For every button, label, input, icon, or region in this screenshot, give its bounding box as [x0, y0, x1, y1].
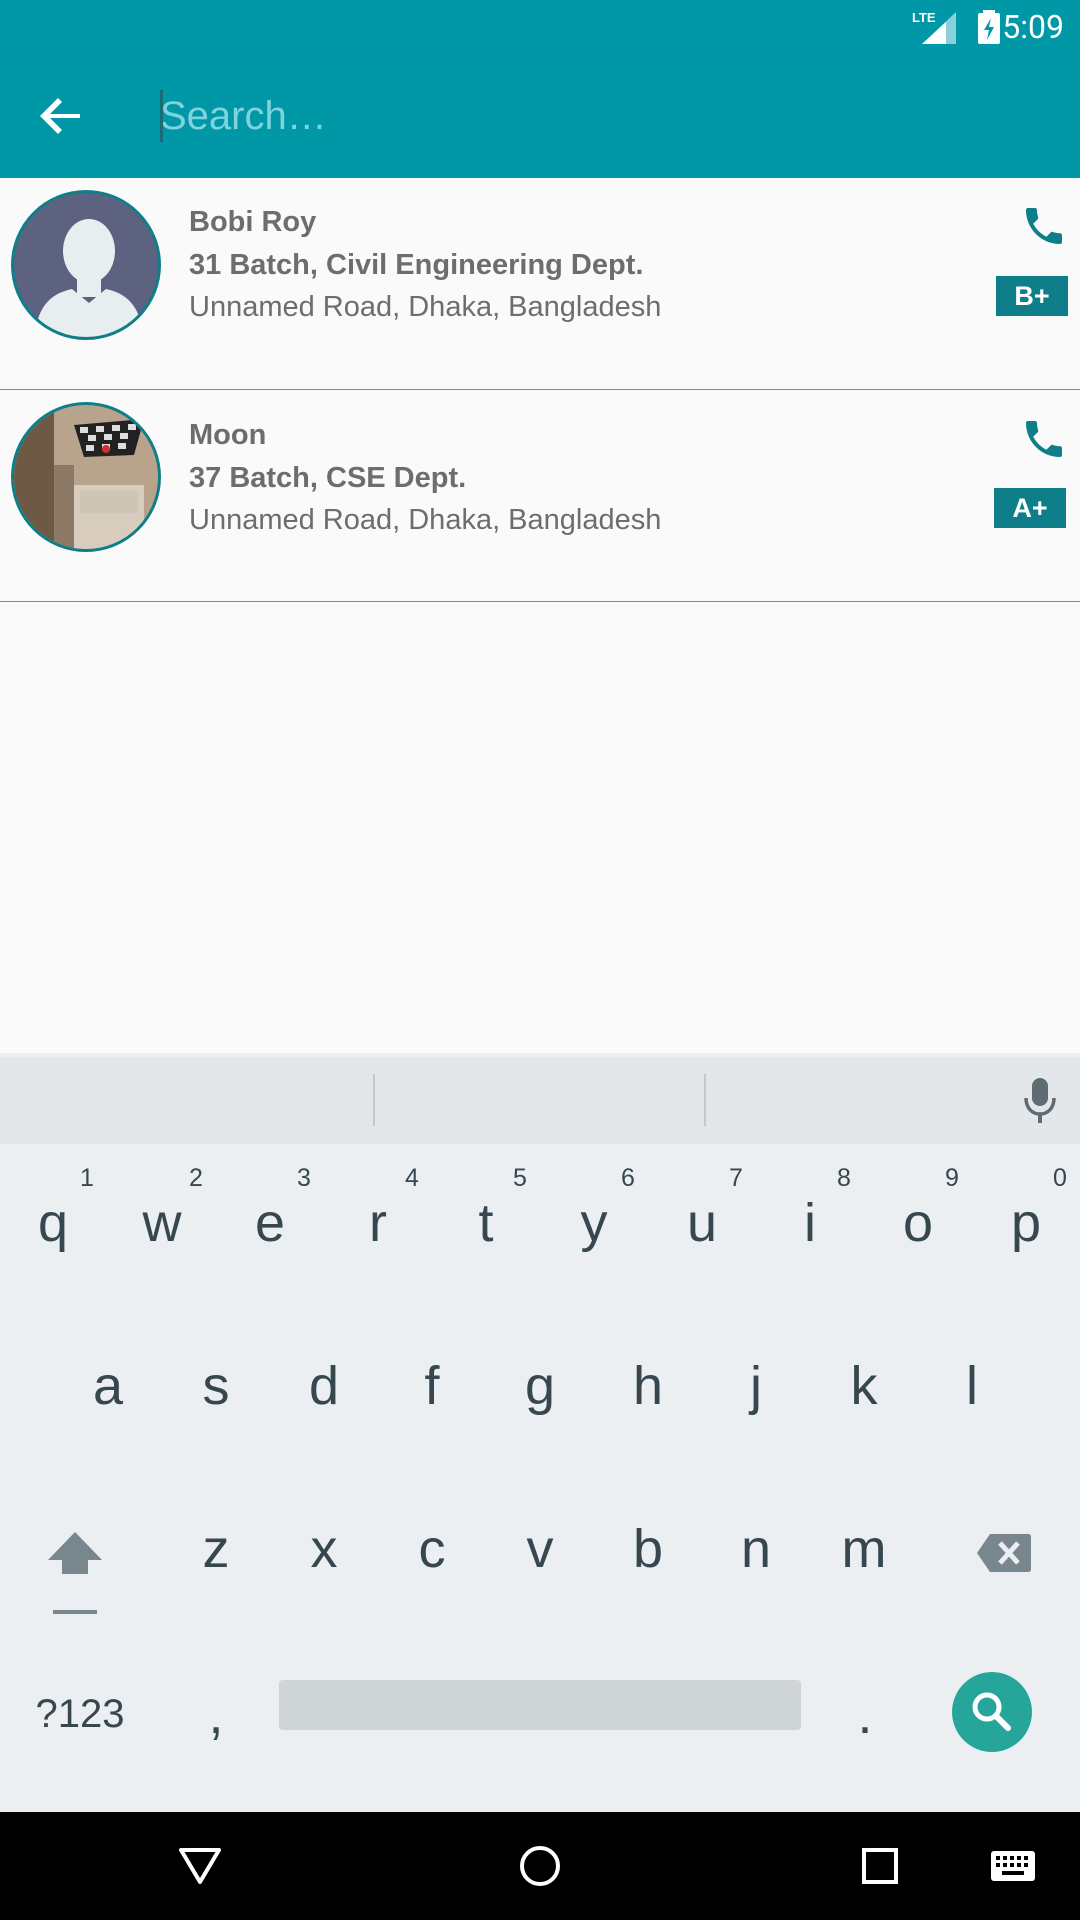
- key-a[interactable]: a: [63, 1355, 153, 1417]
- key-z[interactable]: z: [171, 1518, 261, 1580]
- spacebar-key[interactable]: [279, 1680, 801, 1730]
- key-k[interactable]: k: [819, 1355, 909, 1417]
- contact-address: Unnamed Road, Dhaka, Bangladesh: [189, 504, 662, 536]
- comma-key[interactable]: ,: [171, 1684, 261, 1746]
- lte-signal-icon: LTE: [912, 10, 956, 44]
- key-n[interactable]: n: [711, 1518, 801, 1580]
- photo-avatar: [11, 402, 161, 552]
- key-e[interactable]: e: [225, 1192, 315, 1254]
- key-i[interactable]: i: [765, 1192, 855, 1254]
- suggestion-divider: [704, 1074, 706, 1126]
- contact-name: Moon: [189, 419, 267, 451]
- key-h[interactable]: h: [603, 1355, 693, 1417]
- key-hint-6: 6: [621, 1164, 635, 1192]
- key-hint-8: 8: [837, 1164, 851, 1192]
- search-input[interactable]: [160, 84, 1040, 148]
- backspace-icon[interactable]: [976, 1532, 1032, 1574]
- key-hint-5: 5: [513, 1164, 527, 1192]
- key-j[interactable]: j: [711, 1355, 801, 1417]
- suggestion-strip: [0, 1057, 1080, 1144]
- key-o[interactable]: o: [873, 1192, 963, 1254]
- key-l[interactable]: l: [927, 1355, 1017, 1417]
- contact-address: Unnamed Road, Dhaka, Bangladesh: [189, 291, 662, 323]
- key-m[interactable]: m: [819, 1518, 909, 1580]
- search-action-key[interactable]: [952, 1672, 1032, 1752]
- key-x[interactable]: x: [279, 1518, 369, 1580]
- contact-row[interactable]: Bobi Roy 31 Batch, Civil Engineering Dep…: [0, 178, 1080, 390]
- period-key[interactable]: .: [820, 1684, 910, 1746]
- home-circle-icon[interactable]: [518, 1844, 562, 1888]
- key-s[interactable]: s: [171, 1355, 261, 1417]
- key-u[interactable]: u: [657, 1192, 747, 1254]
- key-hint-4: 4: [405, 1164, 419, 1192]
- contact-name: Bobi Roy: [189, 206, 317, 238]
- shift-icon[interactable]: [46, 1530, 104, 1616]
- key-hint-9: 9: [945, 1164, 959, 1192]
- blood-group-badge: B+: [996, 276, 1068, 316]
- key-b[interactable]: b: [603, 1518, 693, 1580]
- key-q[interactable]: q: [8, 1192, 98, 1254]
- key-w[interactable]: w: [117, 1192, 207, 1254]
- contact-row[interactable]: Moon 37 Batch, CSE Dept. Unnamed Road, D…: [0, 390, 1080, 602]
- key-v[interactable]: v: [495, 1518, 585, 1580]
- phone-icon[interactable]: [1020, 202, 1068, 250]
- battery-charging-icon: [978, 10, 1000, 44]
- microphone-icon[interactable]: [1020, 1076, 1060, 1124]
- key-t[interactable]: t: [441, 1192, 531, 1254]
- phone-icon[interactable]: [1020, 415, 1068, 463]
- svg-text:LTE: LTE: [912, 10, 936, 25]
- key-d[interactable]: d: [279, 1355, 369, 1417]
- key-f[interactable]: f: [387, 1355, 477, 1417]
- key-hint-3: 3: [297, 1164, 311, 1192]
- key-r[interactable]: r: [333, 1192, 423, 1254]
- default-person-avatar: [11, 190, 161, 340]
- key-hint-7: 7: [729, 1164, 743, 1192]
- symbols-key[interactable]: ?123: [25, 1692, 135, 1737]
- keyboard-icon[interactable]: [990, 1850, 1036, 1882]
- search-icon: [972, 1692, 1011, 1731]
- blood-group-badge: A+: [994, 488, 1066, 528]
- arrow-back-icon[interactable]: [30, 84, 94, 148]
- key-hint-1: 1: [80, 1164, 94, 1192]
- key-hint-2: 2: [189, 1164, 203, 1192]
- suggestion-divider: [373, 1074, 375, 1126]
- back-triangle-icon[interactable]: [178, 1846, 222, 1886]
- recents-square-icon[interactable]: [860, 1846, 900, 1886]
- contact-batch: 31 Batch, Civil Engineering Dept.: [189, 249, 644, 281]
- key-hint-0: 0: [1053, 1164, 1067, 1192]
- key-g[interactable]: g: [495, 1355, 585, 1417]
- text-cursor: [160, 90, 163, 142]
- key-c[interactable]: c: [387, 1518, 477, 1580]
- contact-batch: 37 Batch, CSE Dept.: [189, 462, 467, 494]
- key-p[interactable]: p: [981, 1192, 1071, 1254]
- key-y[interactable]: y: [549, 1192, 639, 1254]
- status-time: 5:09: [1002, 8, 1064, 46]
